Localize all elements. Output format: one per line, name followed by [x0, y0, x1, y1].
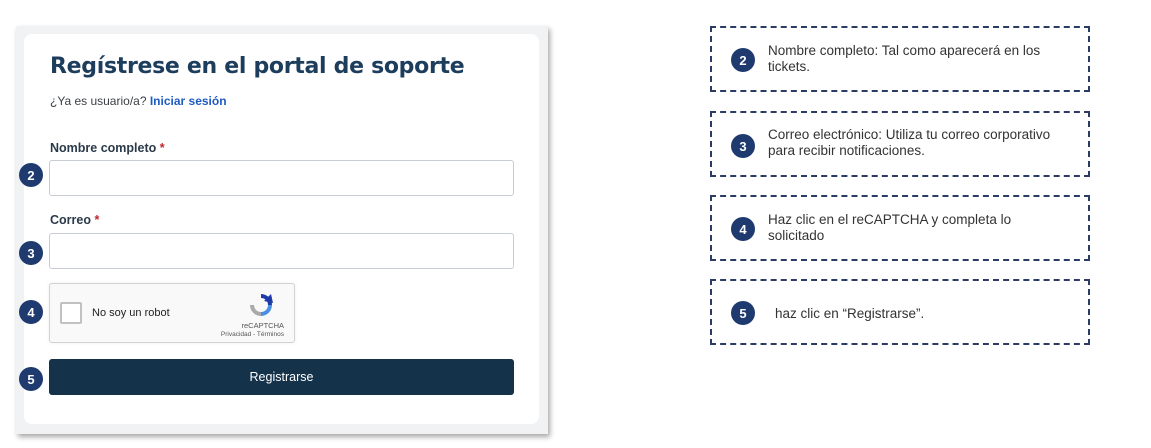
step-badge-5: 5 — [19, 367, 43, 391]
name-label-text: Nombre completo — [50, 141, 157, 155]
page-title: Regístrese en el portal de soporte — [50, 54, 465, 79]
note-badge-5: 5 — [731, 301, 755, 325]
register-button[interactable]: Registrarse — [49, 359, 514, 395]
note-text-3: Correo electrónico: Utiliza tu correo co… — [768, 127, 1051, 158]
login-prompt: ¿Ya es usuario/a? — [50, 94, 147, 108]
note-text-4: Haz clic en el reCAPTCHA y completa lo s… — [768, 212, 1012, 243]
login-prompt-line: ¿Ya es usuario/a? Iniciar sesión — [50, 94, 227, 108]
recaptcha-brand: reCAPTCHA — [241, 321, 284, 330]
step-badge-2: 2 — [19, 163, 43, 187]
full-name-input[interactable] — [49, 160, 514, 196]
recaptcha-label: No soy un robot — [92, 307, 170, 319]
instruction-note-3: 3 Correo electrónico: Utiliza tu correo … — [710, 111, 1090, 177]
email-input[interactable] — [49, 233, 514, 269]
name-field-label: Nombre completo * — [50, 141, 165, 155]
recaptcha-checkbox[interactable] — [60, 302, 82, 324]
email-label-text: Correo — [50, 213, 91, 227]
note-text-5: haz clic en “Registrarse”. — [775, 306, 925, 321]
recaptcha-widget: No soy un robot reCAPTCHA Privacidad - T… — [49, 283, 295, 343]
recaptcha-logo-icon — [250, 294, 273, 316]
login-link[interactable]: Iniciar sesión — [150, 94, 227, 108]
note-badge-3: 3 — [731, 134, 755, 158]
note-badge-4: 4 — [731, 217, 755, 241]
step-badge-4: 4 — [19, 300, 43, 324]
note-text-2: Nombre completo: Tal como aparecerá en l… — [768, 43, 1041, 74]
required-asterisk: * — [159, 141, 165, 155]
instruction-note-4: 4 Haz clic en el reCAPTCHA y completa lo… — [710, 195, 1090, 261]
recaptcha-privacy-terms[interactable]: Privacidad - Términos — [221, 331, 284, 338]
note-badge-2: 2 — [731, 48, 755, 72]
instruction-note-5: 5 haz clic en “Registrarse”. — [710, 279, 1090, 345]
email-field-label: Correo * — [50, 213, 99, 227]
step-badge-3: 3 — [19, 241, 43, 265]
instruction-note-2: 2 Nombre completo: Tal como aparecerá en… — [710, 26, 1090, 92]
required-asterisk: * — [94, 213, 100, 227]
